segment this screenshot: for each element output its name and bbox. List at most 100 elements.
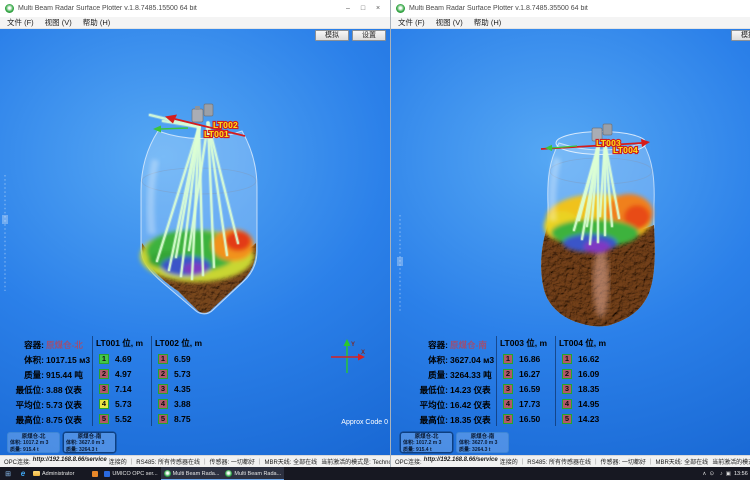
left-window: Multi Beam Radar Surface Plotter v.1.8.7… bbox=[0, 0, 390, 467]
opc-status: OPC连接:http://192.168.8.66/service连接的 bbox=[395, 457, 518, 466]
menu-help[interactable]: 帮助 (H) bbox=[474, 17, 502, 28]
window-title: Multi Beam Radar Surface Plotter v.1.8.7… bbox=[409, 5, 588, 12]
silo-box-south[interactable]: 原煤仓-南 体积: 3627.0 m 3 质量: 3264.3 t bbox=[456, 432, 509, 453]
opc-url: http://192.168.8.66/service bbox=[33, 457, 107, 466]
sensor-cell: 316.59 bbox=[500, 381, 552, 396]
panel-divider bbox=[555, 336, 556, 426]
min-level-row: 最低位:14.23 仪表 bbox=[417, 381, 493, 396]
silo-box-north[interactable]: 原煤仓-北 体积: 1017.2 m 3 质量: 915.4 t bbox=[400, 432, 453, 453]
sensor-cell: 14.69 bbox=[96, 351, 148, 366]
silo-box-north[interactable]: 原煤仓-北 体积: 1017.2 m 3 质量: 915.4 t bbox=[7, 432, 60, 453]
beam-status-box: 2 bbox=[158, 369, 168, 379]
tray-chevron-icon[interactable]: ∧ bbox=[702, 471, 706, 477]
settings-button[interactable]: 设置 bbox=[352, 30, 386, 41]
maximize-button[interactable]: □ bbox=[356, 2, 370, 15]
beam-status-box: 4 bbox=[99, 399, 109, 409]
sensor-cell: 43.88 bbox=[155, 396, 207, 411]
sensor-cell: 216.27 bbox=[500, 366, 552, 381]
rs485-status: RS485: 所有传感器在线 bbox=[527, 457, 591, 466]
beam-status-box: 4 bbox=[158, 399, 168, 409]
sensor-cell: 516.50 bbox=[500, 411, 552, 426]
taskbar-item-mbr-plotter-1[interactable]: Multi Beam Rada... bbox=[161, 467, 223, 480]
taskbar-item-umico-opc[interactable]: UMICO OPC ser... bbox=[101, 467, 160, 480]
left-data-panel: 容器:原煤仓-北 体积:1017.15 м3 质量:915.44 吨 最低位:3… bbox=[13, 336, 207, 426]
simulate-button[interactable]: 模拟 bbox=[731, 30, 750, 41]
mbr-app-icon bbox=[164, 470, 171, 477]
approx-code-label: Approx Code 0 bbox=[341, 419, 388, 426]
rock-streak bbox=[593, 246, 609, 318]
sensors-status: 传感器: 一切都好 bbox=[210, 457, 255, 466]
axis-indicator: Y X bbox=[331, 339, 365, 373]
menu-help[interactable]: 帮助 (H) bbox=[83, 17, 111, 28]
beam-status-box: 1 bbox=[158, 354, 168, 364]
start-button-icon[interactable]: ⊞ bbox=[0, 470, 16, 478]
level-ruler bbox=[397, 215, 403, 311]
beam-status-box: 3 bbox=[99, 384, 109, 394]
opc-url: http://192.168.8.66/service bbox=[424, 457, 498, 466]
close-button[interactable]: × bbox=[371, 2, 385, 15]
avg-level-row: 平均位:16.42 仪表 bbox=[417, 396, 493, 411]
beam-status-box: 4 bbox=[503, 399, 513, 409]
level-ruler bbox=[2, 175, 8, 291]
sensor-cell: 58.75 bbox=[155, 411, 207, 426]
sensor-column-lt004: LT004 位, m 116.62 216.09 318.35 414.95 5… bbox=[559, 336, 611, 426]
beam-status-box: 1 bbox=[99, 354, 109, 364]
sensor-cell: 417.73 bbox=[500, 396, 552, 411]
tray-network-icon[interactable]: ⊙ bbox=[709, 471, 714, 477]
silo-box-south[interactable]: 原煤仓-南 体积: 3627.0 m 3 质量: 3264.3 t bbox=[63, 432, 116, 453]
avg-level-row: 平均位:5.73 仪表 bbox=[13, 396, 89, 411]
taskbar-item-administrator[interactable]: Administrator bbox=[30, 467, 77, 480]
right-window: Multi Beam Radar Surface Plotter v.1.8.7… bbox=[390, 0, 750, 467]
sensor-cell: 45.73 bbox=[96, 396, 148, 411]
sensor-cell: 34.35 bbox=[155, 381, 207, 396]
volume-row: 体积:3627.04 м3 bbox=[417, 351, 493, 366]
minimize-button[interactable]: – bbox=[341, 2, 355, 15]
menu-file[interactable]: 文件 (F) bbox=[398, 17, 425, 28]
sensor-cell: 16.59 bbox=[155, 351, 207, 366]
beam-status-box: 2 bbox=[562, 369, 572, 379]
beam-status-box: 3 bbox=[503, 384, 513, 394]
beam-status-box: 1 bbox=[562, 354, 572, 364]
silo-selector: 原煤仓-北 体积: 1017.2 m 3 质量: 915.4 t 原煤仓-南 体… bbox=[7, 432, 116, 453]
beam-status-box: 5 bbox=[503, 414, 513, 424]
rs485-status: RS485: 所有传感器在线 bbox=[136, 457, 200, 466]
axis-x-label: X bbox=[361, 350, 365, 356]
sensor-cell: 116.62 bbox=[559, 351, 611, 366]
sensor-column-lt001: LT001 位, m 14.69 24.97 37.14 45.73 55.52 bbox=[96, 336, 148, 426]
mbr-app-icon bbox=[225, 470, 232, 477]
app-icon bbox=[396, 4, 405, 13]
tray-battery-icon[interactable]: ▣ bbox=[726, 471, 731, 477]
beam-status-box: 1 bbox=[503, 354, 513, 364]
simulate-button[interactable]: 模拟 bbox=[315, 30, 349, 41]
taskbar-item-store[interactable] bbox=[89, 467, 101, 480]
right-3d-viewport[interactable]: LT003 LT004 模拟 设置 容器:原煤仓-南 体积:3627.04 м3… bbox=[391, 29, 750, 455]
mass-row: 质量:3264.33 吨 bbox=[417, 366, 493, 381]
sensor-column-lt002: LT002 位, m 16.59 25.73 34.35 43.88 58.75 bbox=[155, 336, 207, 426]
opc-server-icon bbox=[104, 471, 110, 477]
sensor-cell: 24.97 bbox=[96, 366, 148, 381]
sensor-cell: 514.23 bbox=[559, 411, 611, 426]
taskbar-item-mbr-plotter-2[interactable]: Multi Beam Rada... bbox=[222, 467, 284, 480]
edge-browser-icon[interactable]: e bbox=[16, 469, 30, 478]
sensors-status: 传感器: 一切都好 bbox=[601, 457, 646, 466]
taskbar: ⊞ e Administrator UMICO OPC ser... Multi… bbox=[0, 467, 750, 480]
beam-status-box: 5 bbox=[99, 414, 109, 424]
folder-icon bbox=[33, 471, 40, 476]
beam-status-box: 5 bbox=[158, 414, 168, 424]
panel-divider bbox=[92, 336, 93, 426]
sensor-label-lt001: LT001 bbox=[204, 129, 229, 139]
taskbar-clock: 13:56 bbox=[734, 471, 750, 477]
panel-divider bbox=[496, 336, 497, 426]
tray-sound-icon[interactable]: ♪ bbox=[720, 471, 723, 477]
menu-view[interactable]: 视图 (V) bbox=[436, 17, 463, 28]
right-titlebar: Multi Beam Radar Surface Plotter v.1.8.7… bbox=[391, 0, 750, 17]
left-3d-viewport[interactable]: LT002 LT001 Y X Approx Code 0 模拟 设置 容 bbox=[0, 29, 390, 455]
menu-view[interactable]: 视图 (V) bbox=[45, 17, 72, 28]
left-statusbar: OPC连接:http://192.168.8.66/service连接的 | R… bbox=[0, 455, 390, 467]
container-row: 容器:原煤仓-北 bbox=[13, 336, 89, 351]
sensor-label-lt004: LT004 bbox=[613, 145, 638, 155]
menu-file[interactable]: 文件 (F) bbox=[7, 17, 34, 28]
beam-status-box: 2 bbox=[99, 369, 109, 379]
max-level-row: 最高位:18.35 仪表 bbox=[417, 411, 493, 426]
beam-status-box: 2 bbox=[503, 369, 513, 379]
